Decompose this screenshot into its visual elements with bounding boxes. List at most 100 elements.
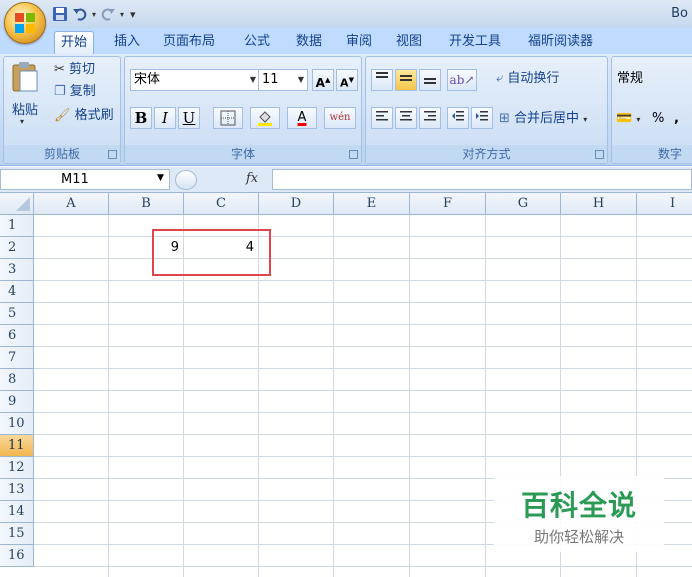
phonetic-guide-button[interactable]: wén <box>324 107 356 129</box>
tab-foxit-reader[interactable]: 福昕阅读器 <box>522 31 599 54</box>
office-button[interactable] <box>4 2 46 44</box>
column-header-b[interactable]: B <box>109 193 184 215</box>
currency-button[interactable]: 💳 ▾ <box>616 109 640 129</box>
tab-developer[interactable]: 开发工具 <box>443 31 507 54</box>
font-launcher-icon[interactable] <box>349 150 358 159</box>
italic-button[interactable]: I <box>154 107 176 129</box>
row-header[interactable]: 13 <box>0 479 34 501</box>
format-painter-button[interactable]: 🖌 格式刷 <box>54 106 114 126</box>
align-right-button[interactable] <box>419 107 441 129</box>
redo-icon[interactable] <box>100 6 116 22</box>
align-middle-button[interactable] <box>395 69 417 91</box>
row-header[interactable]: 7 <box>0 347 34 369</box>
copy-button[interactable]: ❐ 复制 <box>54 82 96 102</box>
align-top-button[interactable] <box>371 69 393 91</box>
column-header-h[interactable]: H <box>561 193 637 215</box>
tab-page-layout[interactable]: 页面布局 <box>157 31 221 54</box>
name-box-dropdown-icon[interactable]: ▼ <box>157 173 164 183</box>
bold-button[interactable]: B <box>130 107 152 129</box>
row-header[interactable]: 4 <box>0 281 34 303</box>
ribbon-tabs: 开始 插入 页面布局 公式 数据 审阅 视图 开发工具 福昕阅读器 <box>0 28 692 54</box>
row-header[interactable]: 14 <box>0 501 34 523</box>
grow-font-button[interactable]: A▲ <box>312 69 334 91</box>
merge-center-button[interactable]: ⊞ 合并后居中 ▾ <box>499 109 587 129</box>
customize-qat-icon[interactable]: ▾ <box>130 8 136 21</box>
chevron-down-icon: ▼ <box>249 75 256 84</box>
comma-style-button[interactable]: , <box>674 109 679 129</box>
formula-input[interactable] <box>272 169 692 190</box>
merge-cells-icon: ⊞ <box>499 111 510 126</box>
row-header[interactable]: 5 <box>0 303 34 325</box>
row-header-selected[interactable]: 11 <box>0 435 34 457</box>
row-header[interactable]: 3 <box>0 259 34 281</box>
cut-button[interactable]: ✂ 剪切 <box>54 60 95 80</box>
row-header[interactable]: 6 <box>0 325 34 347</box>
merge-center-label: 合并后居中 <box>514 111 580 126</box>
save-icon[interactable] <box>52 6 68 22</box>
font-group-label: 字体 <box>125 145 361 163</box>
row-header[interactable]: 15 <box>0 523 34 545</box>
undo-icon[interactable] <box>72 6 88 22</box>
column-header-c[interactable]: C <box>184 193 259 215</box>
shrink-font-button[interactable]: A▼ <box>336 69 358 91</box>
underline-button[interactable]: U <box>178 107 200 129</box>
clipboard-launcher-icon[interactable] <box>108 150 117 159</box>
paste-button[interactable]: 粘贴 ▾ <box>8 61 42 139</box>
row-header[interactable]: 9 <box>0 391 34 413</box>
column-header-d[interactable]: D <box>259 193 334 215</box>
scissors-icon: ✂ <box>54 62 65 77</box>
insert-function-icon[interactable]: fx <box>246 171 258 186</box>
percent-button[interactable]: % <box>652 109 664 129</box>
column-header-f[interactable]: F <box>410 193 486 215</box>
tab-review[interactable]: 审阅 <box>340 31 378 54</box>
row-header[interactable]: 16 <box>0 545 34 567</box>
chevron-down-icon: ▼ <box>297 75 304 84</box>
tab-view[interactable]: 视图 <box>390 31 428 54</box>
formula-bar-expand-icon[interactable] <box>175 170 197 190</box>
number-format-combo[interactable]: 常规 <box>614 69 692 91</box>
tab-insert[interactable]: 插入 <box>108 31 146 54</box>
row-header[interactable]: 1 <box>0 215 34 237</box>
row-header[interactable]: 2 <box>0 237 34 259</box>
name-box[interactable]: M11 <box>0 169 170 190</box>
paste-label: 粘贴 <box>12 103 39 118</box>
align-left-button[interactable] <box>371 107 393 129</box>
font-size-combo[interactable]: 11 ▼ <box>258 69 308 91</box>
font-group: 宋体 ▼ 11 ▼ A▲ A▼ B I U A wén 字体 <box>124 56 362 164</box>
chevron-down-icon: ▾ <box>583 115 588 124</box>
column-header-a[interactable]: A <box>34 193 109 215</box>
borders-button[interactable] <box>213 107 243 129</box>
tab-home[interactable]: 开始 <box>54 31 95 54</box>
wrap-text-button[interactable]: ⤶ 自动换行 <box>496 69 559 89</box>
gridline <box>34 280 692 281</box>
wrap-text-icon: ⤶ <box>496 71 504 86</box>
row-header[interactable]: 8 <box>0 369 34 391</box>
currency-icon: 💳 <box>616 111 633 126</box>
align-left-icon <box>376 111 388 121</box>
fill-color-button[interactable] <box>250 107 280 129</box>
formula-bar: M11 ▼ fx <box>0 167 692 193</box>
gridline <box>34 434 692 435</box>
chevron-down-icon: ▾ <box>636 115 641 124</box>
row-header[interactable]: 10 <box>0 413 34 435</box>
column-header-i[interactable]: I <box>637 193 692 215</box>
redo-dropdown-icon[interactable]: ▾ <box>120 10 124 19</box>
alignment-launcher-icon[interactable] <box>595 150 604 159</box>
font-color-button[interactable]: A <box>287 107 317 129</box>
alignment-group-label: 对齐方式 <box>366 145 607 163</box>
tab-data[interactable]: 数据 <box>290 31 328 54</box>
column-header-e[interactable]: E <box>334 193 410 215</box>
decrease-indent-button[interactable] <box>447 107 469 129</box>
orientation-button[interactable]: ab↗ <box>447 69 477 91</box>
align-center-button[interactable] <box>395 107 417 129</box>
select-all-corner[interactable] <box>0 193 34 215</box>
align-bottom-button[interactable] <box>419 69 441 91</box>
font-name-combo[interactable]: 宋体 ▼ <box>130 69 260 91</box>
column-header-g[interactable]: G <box>486 193 561 215</box>
increase-indent-icon <box>476 111 488 121</box>
tab-formulas[interactable]: 公式 <box>238 31 276 54</box>
number-group: 常规 💳 ▾ % , 数字 <box>611 56 692 164</box>
row-header[interactable]: 12 <box>0 457 34 479</box>
undo-dropdown-icon[interactable]: ▾ <box>92 10 96 19</box>
increase-indent-button[interactable] <box>471 107 493 129</box>
